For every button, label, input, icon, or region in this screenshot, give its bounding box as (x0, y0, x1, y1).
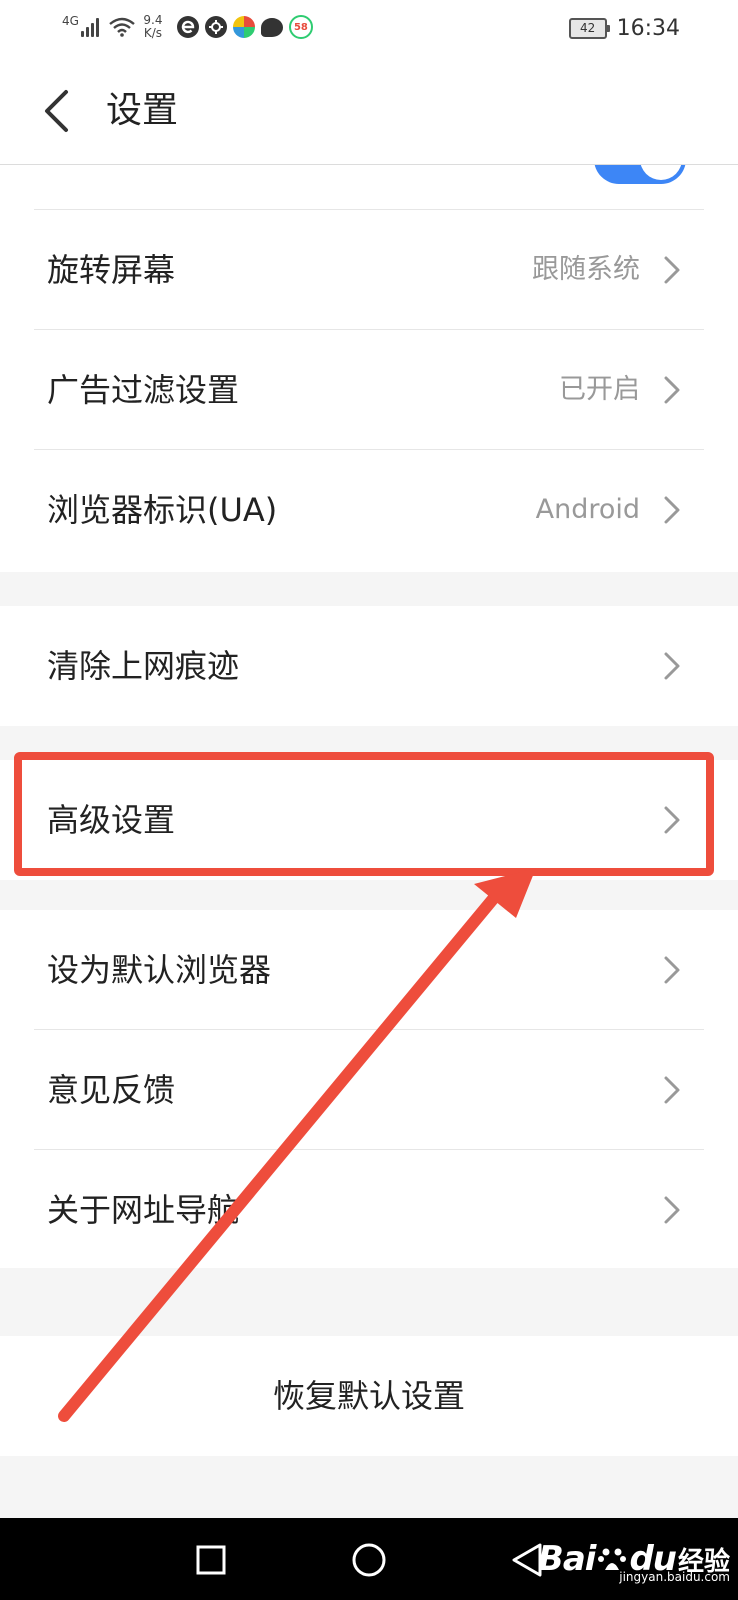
settings-row-label: 快速打开复制网址 (47, 164, 303, 206)
settings-row-label: 浏览器标识(UA) (47, 491, 278, 529)
clock: 16:34 (616, 15, 680, 41)
settings-row-label: 广告过滤设置 (47, 371, 240, 409)
app-header: 设置 (0, 56, 738, 165)
toggle-knob (640, 164, 682, 180)
settings-row-value: 跟随系统 (532, 254, 640, 285)
watermark-brand: Bai (537, 1539, 597, 1579)
settings-row-label: 旋转屏幕 (47, 251, 176, 289)
settings-row-default-browser[interactable]: 设为默认浏览器 (34, 910, 704, 1030)
settings-group-display: 快速打开复制网址 旋转屏幕 跟随系统 广告过滤设置 已开启 浏览器标识(UA) … (0, 164, 738, 572)
settings-group-advanced: 高级设置 (0, 760, 738, 880)
settings-row-rotate-screen[interactable]: 旋转屏幕 跟随系统 (34, 210, 704, 330)
settings-group-about: 设为默认浏览器 意见反馈 关于网址导航 (0, 910, 738, 1268)
chevron-left-icon (45, 90, 68, 132)
battery-icon: 42 (568, 17, 610, 39)
settings-list[interactable]: 快速打开复制网址 旋转屏幕 跟随系统 广告过滤设置 已开启 浏览器标识(UA) … (0, 164, 738, 1518)
e-browser-icon (176, 16, 199, 38)
settings-row-feedback[interactable]: 意见反馈 (34, 1030, 704, 1150)
settings-row-about[interactable]: 关于网址导航 (34, 1150, 704, 1270)
home-button[interactable] (347, 1538, 391, 1582)
reset-defaults-label: 恢复默认设置 (272, 1377, 465, 1415)
speed-unit: K/s (143, 26, 163, 40)
settings-row-label: 设为默认浏览器 (47, 951, 272, 989)
settings-row-label: 关于网址导航 (47, 1191, 240, 1229)
network-type: 4G (62, 14, 79, 28)
chevron-right-icon (664, 256, 680, 284)
chevron-right-icon (664, 1076, 680, 1104)
watermark-domain: jingyan.baidu.com (619, 1570, 730, 1584)
signal-icon (80, 17, 101, 37)
chevron-right-icon (664, 652, 680, 680)
status-right: 42 16:34 (568, 14, 680, 42)
color-app-icon (232, 16, 255, 38)
settings-row-ad-filter[interactable]: 广告过滤设置 已开启 (34, 330, 704, 450)
navigation-bar: Bai du 经验 jingyan.baidu.com (0, 1518, 738, 1600)
message-icon (260, 17, 283, 37)
recent-apps-square-icon (196, 1545, 226, 1575)
settings-row-label: 高级设置 (47, 801, 176, 839)
chevron-right-icon (664, 956, 680, 984)
back-button[interactable] (36, 86, 76, 136)
recent-apps-button[interactable] (189, 1538, 233, 1582)
settings-row-quick-open[interactable]: 快速打开复制网址 (34, 164, 704, 210)
settings-row-label: 清除上网痕迹 (47, 647, 240, 685)
page-title: 设置 (106, 90, 179, 131)
wifi-icon (109, 17, 135, 37)
settings-row-label: 意见反馈 (47, 1071, 176, 1109)
sync-app-icon (204, 16, 227, 38)
settings-group-history: 清除上网痕迹 (0, 606, 738, 726)
status-bar: 4G 9.4 K/s 58 42 16:34 (0, 0, 738, 56)
chevron-right-icon (664, 496, 680, 524)
home-circle-icon (352, 1543, 386, 1577)
chevron-right-icon (664, 806, 680, 834)
chevron-right-icon (664, 376, 680, 404)
settings-row-value: Android (535, 494, 640, 525)
reset-defaults-button[interactable]: 恢复默认设置 (0, 1336, 738, 1456)
settings-row-value: 已开启 (559, 374, 640, 405)
settings-row-advanced[interactable]: 高级设置 (34, 760, 704, 880)
network-speed: 9.4 K/s (139, 14, 167, 40)
settings-row-user-agent[interactable]: 浏览器标识(UA) Android (34, 450, 704, 570)
chevron-right-icon (664, 1196, 680, 1224)
status-left: 4G 9.4 K/s 58 (62, 12, 319, 42)
quick-open-toggle[interactable] (594, 164, 686, 184)
58-app-icon: 58 (288, 15, 313, 39)
settings-row-clear-history[interactable]: 清除上网痕迹 (34, 606, 704, 726)
